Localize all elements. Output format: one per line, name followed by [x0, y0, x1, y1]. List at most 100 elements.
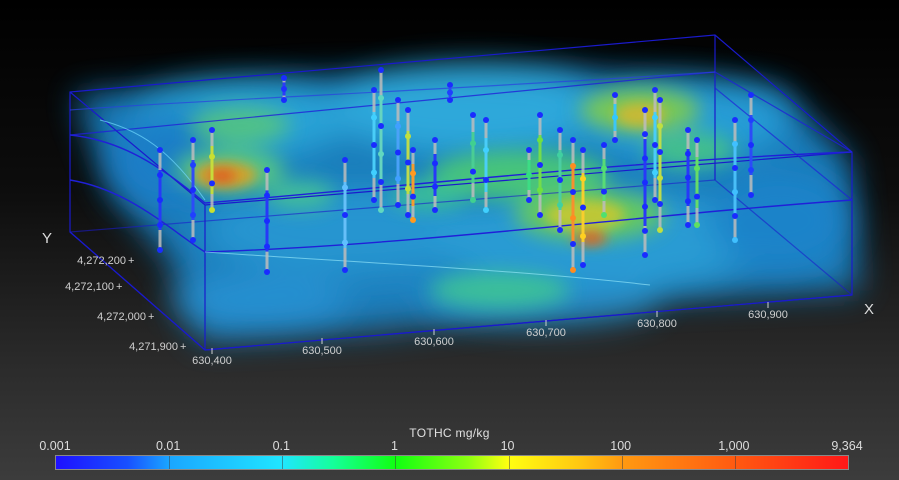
- sample-point: [537, 112, 543, 118]
- sample-point: [209, 127, 215, 133]
- sample-point: [557, 127, 563, 133]
- sample-point: [642, 252, 648, 258]
- color-scale-separator: [282, 456, 284, 469]
- sample-point: [570, 137, 576, 143]
- x-tick-label: 630,800: [637, 318, 677, 330]
- sample-point: [652, 114, 658, 121]
- sample-point: [378, 95, 384, 101]
- sample-point: [395, 97, 401, 103]
- legend-tick-label: 0.1: [272, 439, 290, 453]
- sample-point: [580, 233, 586, 240]
- sample-point: [157, 222, 163, 228]
- sample-point: [432, 137, 438, 143]
- sample-point: [470, 112, 476, 118]
- sample-point: [657, 149, 663, 155]
- sample-point: [601, 142, 607, 148]
- sample-point: [642, 155, 648, 162]
- sample-point: [580, 175, 586, 182]
- sample-point: [657, 175, 663, 181]
- sample-point: [652, 197, 658, 203]
- sample-point: [601, 188, 607, 195]
- sample-point: [732, 189, 738, 195]
- color-scale-separator: [734, 456, 736, 469]
- sample-point: [405, 159, 411, 166]
- sample-point: [657, 97, 663, 103]
- sample-point: [748, 192, 754, 198]
- sample-point: [405, 133, 411, 140]
- sample-point: [342, 157, 348, 163]
- legend-tick-label: 0.001: [39, 439, 71, 453]
- sample-point: [657, 201, 663, 207]
- sample-point: [342, 184, 348, 191]
- sample-point: [470, 197, 476, 203]
- sample-point: [483, 147, 489, 153]
- y-tick-mark: +: [180, 341, 186, 353]
- sample-point: [371, 142, 377, 148]
- sample-point: [264, 269, 270, 275]
- sample-point: [395, 149, 401, 156]
- sample-point: [190, 162, 196, 168]
- sample-point: [410, 193, 416, 200]
- sample-point: [342, 212, 348, 218]
- x-tick-label: 630,500: [302, 345, 342, 357]
- well-boring[interactable]: [447, 82, 453, 103]
- sample-point: [371, 197, 377, 203]
- sample-point: [580, 262, 586, 268]
- x-tick-label: 630,700: [526, 327, 566, 339]
- sample-point: [601, 165, 607, 172]
- y-tick-mark: +: [148, 311, 154, 323]
- sample-point: [652, 169, 658, 176]
- sample-point: [371, 87, 377, 93]
- well-boring[interactable]: [281, 75, 287, 103]
- sample-point: [694, 165, 700, 172]
- sample-point: [378, 151, 384, 157]
- sample-point: [537, 162, 543, 168]
- color-scale-separator: [621, 456, 623, 469]
- color-scale-bar: [55, 455, 849, 470]
- sample-point: [657, 227, 663, 233]
- sample-point: [190, 137, 196, 143]
- sample-point: [601, 212, 607, 218]
- x-tick-label: 630,400: [192, 355, 232, 367]
- y-axis-title: Y: [42, 230, 52, 247]
- sample-point: [395, 175, 401, 182]
- x-axis-title: X: [864, 301, 874, 318]
- sample-point: [157, 147, 163, 153]
- sample-point: [209, 207, 215, 213]
- sample-point: [378, 179, 384, 185]
- sample-point: [685, 174, 691, 181]
- sample-point: [732, 237, 738, 243]
- sample-point: [642, 203, 648, 210]
- sample-point: [410, 147, 416, 153]
- sample-point: [157, 197, 163, 203]
- sample-point: [642, 179, 648, 186]
- sample-point: [190, 237, 196, 243]
- sample-point: [685, 127, 691, 133]
- sample-point: [447, 97, 453, 103]
- sample-point: [652, 142, 658, 148]
- sample-point: [732, 117, 738, 123]
- sample-point: [483, 117, 489, 123]
- sample-point: [748, 117, 754, 123]
- legend-tick-label: 0.01: [155, 439, 181, 453]
- y-tick-label: 4,272,000: [97, 311, 146, 323]
- sample-point: [378, 67, 384, 73]
- sample-point: [537, 212, 543, 218]
- sample-point: [642, 227, 648, 234]
- sample-point: [378, 123, 384, 129]
- sample-point: [378, 207, 384, 213]
- 3d-viewport[interactable]: Y 4,272,200 +4,272,100 +4,272,000 +4,271,90…: [0, 0, 899, 480]
- sample-point: [157, 172, 163, 178]
- sample-point: [537, 137, 543, 143]
- color-scale-separator: [508, 456, 510, 469]
- sample-point: [432, 160, 438, 167]
- legend-tick-label: 9,364: [831, 439, 863, 453]
- sample-point: [694, 137, 700, 143]
- sample-point: [570, 267, 576, 273]
- sample-point: [470, 168, 476, 175]
- sample-point: [483, 177, 489, 183]
- sample-point: [264, 243, 270, 250]
- sample-point: [642, 107, 648, 113]
- sample-point: [732, 165, 738, 171]
- legend-tick-label: 10: [500, 439, 515, 453]
